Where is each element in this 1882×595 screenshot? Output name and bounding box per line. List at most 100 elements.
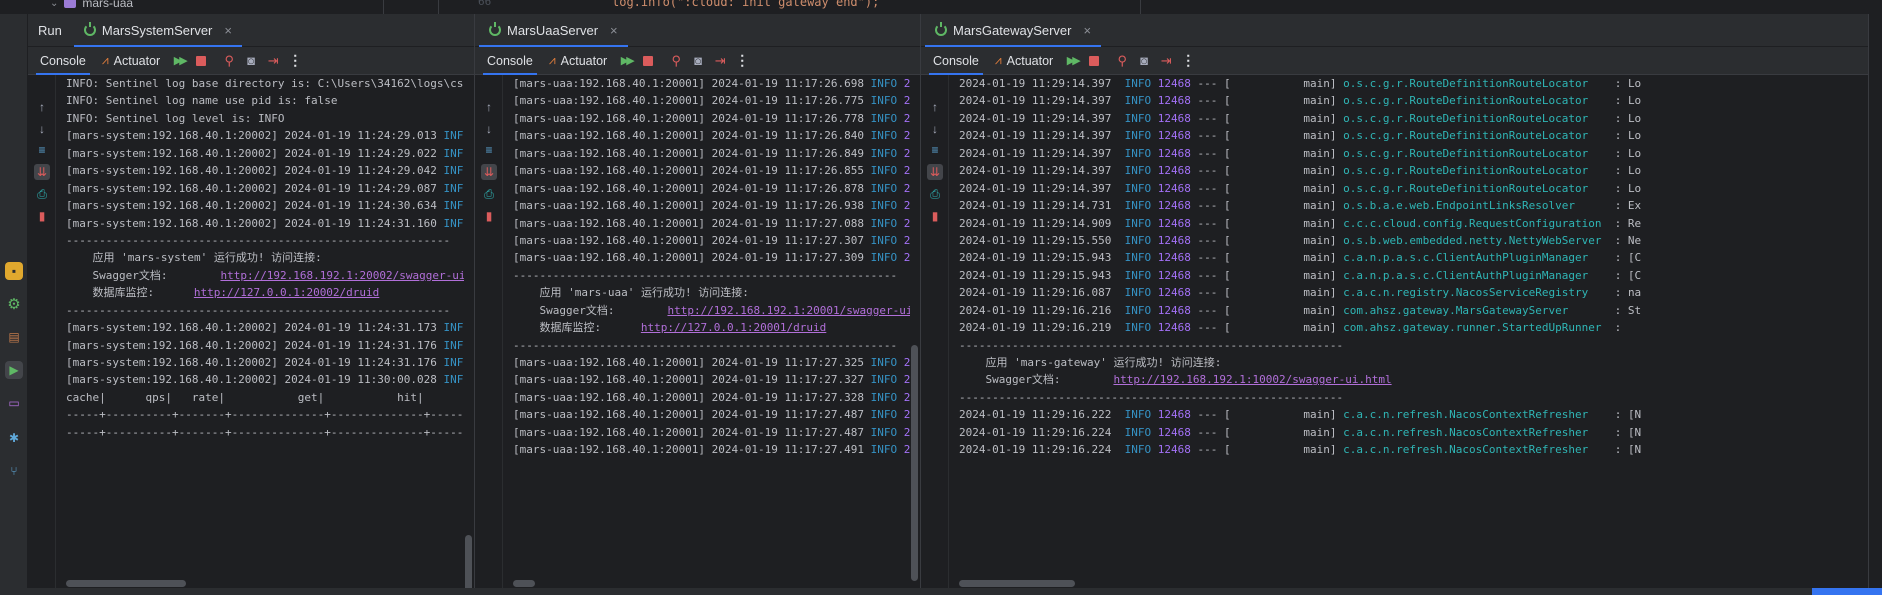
scroll-down-icon[interactable]: ↓ <box>927 121 943 137</box>
console-link[interactable]: http://192.168.192.1:20001/swagger-ui.ht… <box>667 304 910 317</box>
chevron-down-icon[interactable]: ⌄ <box>50 0 58 9</box>
terminal-icon[interactable]: ▭ <box>5 394 23 412</box>
disconnect-icon[interactable]: ⚲ <box>218 50 240 72</box>
screenshot-icon[interactable]: ◙ <box>1133 50 1155 72</box>
console-text: INFO: Sentinel log name use pid is: fals… <box>66 94 338 108</box>
close-icon[interactable]: × <box>1083 23 1091 38</box>
soft-wrap-icon[interactable]: ≡ <box>481 142 497 158</box>
vertical-scrollbar[interactable] <box>465 75 472 595</box>
services-icon[interactable]: ⚙ <box>5 295 23 313</box>
console-text: INFO <box>443 356 465 369</box>
rerun-icon[interactable]: ▶▶ <box>168 50 190 72</box>
tab-actuator[interactable]: ⩘ Actuator <box>94 47 168 75</box>
vertical-scrollbar[interactable] <box>1859 75 1866 595</box>
spring-run-icon <box>83 22 96 36</box>
console-text: --- [ main] <box>1190 216 1344 230</box>
console-link[interactable]: http://127.0.0.1:20002/druid <box>194 286 379 299</box>
exit-icon[interactable]: ⇥ <box>262 50 284 72</box>
more-icon[interactable]: ⋮ <box>284 50 306 72</box>
close-icon[interactable]: × <box>224 23 232 38</box>
console-link[interactable]: http://127.0.0.1:20001/druid <box>641 321 826 334</box>
git-icon[interactable]: ⑂ <box>5 462 23 480</box>
scroll-up-icon[interactable]: ↑ <box>34 99 50 115</box>
console-text: --- [ main] <box>1190 251 1344 265</box>
scroll-up-icon[interactable]: ↑ <box>481 99 497 115</box>
console-text: INFO <box>870 443 898 457</box>
stop-icon[interactable] <box>637 50 659 72</box>
stop-icon[interactable] <box>1083 50 1105 72</box>
disconnect-icon[interactable]: ⚲ <box>1111 50 1133 72</box>
tab-console[interactable]: Console <box>479 47 541 75</box>
tab-actuator[interactable]: ⩘ Actuator <box>987 47 1061 75</box>
screenshot-icon[interactable]: ◙ <box>687 50 709 72</box>
console-text: INFO <box>443 129 465 143</box>
console-text: : na <box>1588 286 1642 300</box>
console-text: cache| qps| rate| get| hit| fail| <box>66 390 424 404</box>
console-text: 22704 <box>903 94 910 108</box>
disconnect-icon[interactable]: ⚲ <box>665 50 687 72</box>
run-icon[interactable]: ▶ <box>5 361 23 379</box>
console-text: INFO <box>870 425 898 439</box>
soft-wrap-icon[interactable]: ≡ <box>34 142 50 158</box>
console-line: Swagger文档: http://192.168.192.1:20001/sw… <box>513 302 910 319</box>
console-text: 数据库监控: <box>66 286 194 300</box>
console-text: [mars-uaa:192.168.40.1:20001] 2024-01-19… <box>513 233 871 247</box>
exit-icon[interactable]: ⇥ <box>1155 50 1177 72</box>
run-config-tab[interactable]: MarsUaaServer × <box>479 14 628 47</box>
scroll-down-icon[interactable]: ↓ <box>34 121 50 137</box>
tab-actuator[interactable]: ⩘ Actuator <box>541 47 615 75</box>
clear-all-icon[interactable]: ▮ <box>481 208 497 224</box>
horizontal-scrollbar[interactable] <box>959 580 1075 587</box>
debug-bug-icon[interactable]: ✱ <box>5 429 23 447</box>
stop-icon[interactable] <box>190 50 212 72</box>
console-output[interactable]: INFO: Sentinel log base directory is: C:… <box>66 75 464 595</box>
console-line: [mars-system:192.168.40.1:20002] 2024-01… <box>66 319 464 336</box>
scroll-to-end-icon[interactable]: ⇊ <box>481 164 497 180</box>
tab-console[interactable]: Console <box>925 47 987 75</box>
horizontal-scrollbar[interactable] <box>66 580 186 587</box>
problems-icon[interactable]: ▪ <box>5 262 23 280</box>
exit-icon[interactable]: ⇥ <box>709 50 731 72</box>
project-tree-row[interactable]: ⌄ mars-uaa <box>50 0 133 10</box>
activity-bar: ▪ ⚙ ▤ ▶ ▭ ✱ ⑂ <box>0 14 28 595</box>
console-output[interactable]: 2024-01-19 11:29:14.397 INFO 12468 --- [… <box>959 75 1858 595</box>
console-link[interactable]: http://192.168.192.1:20002/swagger-ui.ht… <box>220 269 464 282</box>
run-config-tab[interactable]: MarsGatewayServer × <box>925 14 1102 47</box>
editor-line-number: 66 <box>478 0 492 8</box>
rerun-icon[interactable]: ▶▶ <box>1061 50 1083 72</box>
clear-all-icon[interactable]: ▮ <box>927 208 943 224</box>
scroll-up-icon[interactable]: ↑ <box>927 99 943 115</box>
tab-console[interactable]: Console <box>32 47 94 75</box>
folder-icon <box>64 0 77 8</box>
console-text: INFO <box>1124 111 1152 125</box>
print-icon[interactable]: ⎙ <box>34 186 50 202</box>
print-icon[interactable]: ⎙ <box>481 186 497 202</box>
clear-all-icon[interactable]: ▮ <box>34 208 50 224</box>
run-config-tab[interactable]: MarsSystemServer × <box>73 14 243 47</box>
more-icon[interactable]: ⋮ <box>1177 50 1199 72</box>
divider <box>383 0 384 14</box>
console-text: 22704 <box>903 216 910 230</box>
more-icon[interactable]: ⋮ <box>731 50 753 72</box>
database-icon[interactable]: ▤ <box>5 328 23 346</box>
scrollbar-thumb[interactable] <box>911 345 918 581</box>
horizontal-scrollbar[interactable] <box>513 580 535 587</box>
console-text: INFO <box>443 164 465 178</box>
console-line: INFO: Sentinel log level is: INFO <box>66 110 464 127</box>
console-text: 2024-01-19 11:29:16.222 <box>959 408 1125 422</box>
print-icon[interactable]: ⎙ <box>927 186 943 202</box>
close-icon[interactable]: × <box>610 23 618 38</box>
soft-wrap-icon[interactable]: ≡ <box>927 142 943 158</box>
console-text: 数据库监控: <box>513 321 641 335</box>
scroll-to-end-icon[interactable]: ⇊ <box>927 164 943 180</box>
rerun-icon[interactable]: ▶▶ <box>615 50 637 72</box>
console-output[interactable]: [mars-uaa:192.168.40.1:20001] 2024-01-19… <box>513 75 910 595</box>
screenshot-icon[interactable]: ◙ <box>240 50 262 72</box>
vertical-scrollbar[interactable] <box>911 75 918 595</box>
scroll-down-icon[interactable]: ↓ <box>481 121 497 137</box>
console-text: [mars-uaa:192.168.40.1:20001] 2024-01-19… <box>513 251 871 265</box>
scroll-to-end-icon[interactable]: ⇊ <box>34 164 50 180</box>
console-link[interactable]: http://192.168.192.1:10002/swagger-ui.ht… <box>1113 373 1391 386</box>
scrollbar-thumb[interactable] <box>465 535 472 595</box>
editor-code-line[interactable]: log.info(":cloud: init gateway end"); <box>612 0 879 9</box>
